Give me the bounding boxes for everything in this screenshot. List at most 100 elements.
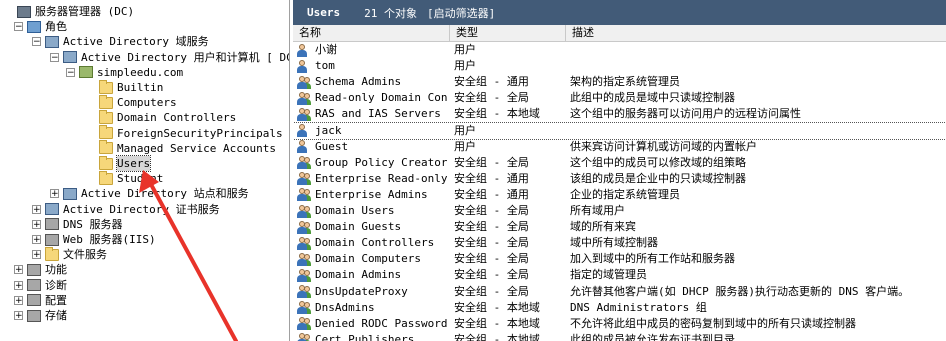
tree-item-label: Computers (117, 96, 177, 110)
folder-icon (99, 140, 113, 155)
tree-item[interactable]: − simpleedu.com (66, 65, 183, 80)
cell-description: 此组的成员被允许发布证书到目录 (570, 332, 735, 341)
expand-icon[interactable]: + (32, 250, 41, 260)
cell-name-text: DnsUpdateProxy (315, 284, 408, 298)
table-row[interactable]: Enterprise Read-only... 安全组 - 通用 该组的成员是企业中… (293, 171, 946, 187)
tree-item[interactable]: Managed Service Accounts (86, 140, 276, 156)
cell-name-text: Domain Controllers (315, 236, 435, 250)
tree-item[interactable]: Domain Controllers (86, 109, 236, 125)
tree-item[interactable]: + Active Directory 站点和服务 (50, 186, 249, 201)
column-desc-header[interactable]: 描述 (566, 25, 946, 41)
storage-icon (27, 309, 41, 322)
folder-icon (99, 170, 113, 185)
cell-name-text: Domain Computers (315, 252, 421, 266)
tree-item[interactable]: + 诊断 (14, 278, 67, 293)
tree-item[interactable]: ForeignSecurityPrincipals (86, 125, 283, 141)
user-icon (297, 124, 311, 137)
table-row[interactable]: Cert Publishers 安全组 - 本地域 此组的成员被允许发布证书到目录 (293, 332, 946, 341)
table-row[interactable]: RAS and IAS Servers 安全组 - 本地域 这个组中的服务器可以访问… (293, 106, 946, 122)
table-row[interactable]: Domain Computers 安全组 - 全局 加入到域中的所有工作站和服务器 (293, 251, 946, 267)
table-row[interactable]: 小谢 用户 (293, 42, 946, 58)
tree-item[interactable]: Users (86, 155, 152, 172)
group-icon (297, 188, 311, 202)
column-name-header[interactable]: 名称 (293, 25, 450, 41)
ad-ds-icon (45, 35, 59, 48)
tree-item-label: Web 服务器(IIS) (63, 233, 156, 246)
tree-item-label: 角色 (45, 20, 67, 34)
cell-name: Denied RODC Password... (297, 316, 447, 332)
features-icon (27, 263, 41, 276)
cell-name: tom (297, 58, 447, 74)
cell-type: 安全组 - 全局 (454, 155, 529, 169)
collapse-icon[interactable]: − (14, 22, 23, 32)
tree-item[interactable]: + 配置 (14, 293, 67, 308)
table-row[interactable]: Schema Admins 安全组 - 通用 架构的指定系统管理员 (293, 74, 946, 90)
tree-item[interactable]: Builtin (86, 79, 163, 95)
expand-icon[interactable]: + (32, 219, 41, 229)
expand-icon[interactable]: + (14, 280, 23, 290)
expand-icon[interactable]: + (14, 295, 23, 305)
tree-item[interactable]: + 存储 (14, 308, 67, 323)
tree-item-label: DNS 服务器 (63, 217, 123, 231)
table-row[interactable]: Guest 用户 供来宾访问计算机或访问域的内置帐户 (293, 139, 946, 155)
table-row[interactable]: Group Policy Creator... 安全组 - 全局 这个组中的成员可以… (293, 155, 946, 171)
tree-item[interactable]: Computers (86, 94, 177, 110)
cell-type: 安全组 - 通用 (454, 187, 529, 201)
expand-icon[interactable]: + (14, 265, 23, 275)
tree-item[interactable]: − 角色 (14, 19, 67, 34)
table-row[interactable]: jack 用户 (293, 121, 946, 140)
expand-icon[interactable]: + (14, 311, 23, 321)
cell-name: Domain Guests (297, 219, 447, 235)
tree-item[interactable]: + 文件服务 (32, 246, 107, 262)
cell-name-text: Domain Users (315, 204, 395, 217)
cell-name: Group Policy Creator... (297, 155, 447, 171)
group-icon (297, 268, 311, 282)
expand-icon[interactable]: + (32, 204, 41, 214)
table-row[interactable]: Domain Controllers 安全组 - 全局 域中所有域控制器 (293, 235, 946, 251)
server-manager-window: 服务器管理器 (DC) − 角色 − Active Directory 域服务 − Acti… (0, 0, 946, 341)
table-row[interactable]: tom 用户 (293, 58, 946, 74)
column-type-header[interactable]: 类型 (450, 25, 566, 41)
expand-icon[interactable]: + (32, 235, 41, 245)
table-row[interactable]: DnsUpdateProxy 安全组 - 全局 允许替其他客户端(如 DHCP 服务… (293, 284, 946, 300)
cell-name: jack (297, 123, 447, 139)
table-row[interactable]: Read-only Domain Con... 安全组 - 全局 此组中的成员是域中… (293, 90, 946, 106)
cell-description: 这个组中的服务器可以访问用户的远程访问属性 (570, 107, 801, 121)
tree-item[interactable]: + Web 服务器(IIS) (32, 232, 156, 247)
group-icon (297, 285, 311, 298)
table-row[interactable]: Domain Guests 安全组 - 全局 域的所有来宾 (293, 219, 946, 235)
cell-type: 安全组 - 全局 (454, 236, 529, 250)
tree-item[interactable]: − Active Directory 用户和计算机 [ DC.s (50, 50, 290, 65)
folder-icon (99, 94, 113, 109)
cell-name: DnsAdmins (297, 300, 447, 316)
collapse-icon[interactable]: − (66, 67, 75, 77)
expand-icon[interactable]: + (50, 189, 59, 199)
table-row[interactable]: DnsAdmins 安全组 - 本地域 DNS Administrators 组 (293, 300, 946, 316)
table-row[interactable]: Enterprise Admins 安全组 - 通用 企业的指定系统管理员 (293, 187, 946, 203)
tree-item[interactable]: + 功能 (14, 262, 67, 277)
tree-item[interactable]: + Active Directory 证书服务 (32, 202, 220, 217)
collapse-icon[interactable]: − (50, 52, 59, 62)
filter-status[interactable]: [启动筛选器] (427, 5, 495, 21)
column-header: 名称 类型 描述 (293, 25, 946, 42)
table-row[interactable]: Denied RODC Password... 安全组 - 本地域 不允许将此组中成… (293, 316, 946, 332)
cell-name: 小谢 (297, 42, 447, 58)
navigation-tree[interactable]: 服务器管理器 (DC) − 角色 − Active Directory 域服务 − Acti… (0, 0, 290, 341)
tree-item[interactable]: 服务器管理器 (DC) (4, 4, 134, 19)
collapse-icon[interactable]: − (32, 37, 41, 47)
tree-item-label: Active Directory 用户和计算机 [ DC.s (81, 50, 290, 64)
cell-type: 安全组 - 全局 (454, 91, 529, 105)
tree-item[interactable]: − Active Directory 域服务 (32, 34, 209, 49)
group-icon (297, 333, 311, 341)
cell-name: Domain Admins (297, 267, 447, 283)
tree-item[interactable]: + DNS 服务器 (32, 217, 123, 232)
ad-users-computers-icon (63, 51, 77, 64)
table-row[interactable]: Domain Admins 安全组 - 全局 指定的域管理员 (293, 267, 946, 283)
cell-type: 安全组 - 本地域 (454, 300, 540, 314)
cell-description: 指定的域管理员 (570, 268, 647, 282)
group-icon (297, 252, 311, 266)
cell-description: 架构的指定系统管理员 (570, 75, 680, 89)
table-row[interactable]: Domain Users 安全组 - 全局 所有域用户 (293, 203, 946, 219)
tree-item[interactable]: Student (86, 170, 163, 186)
group-icon (297, 91, 311, 105)
